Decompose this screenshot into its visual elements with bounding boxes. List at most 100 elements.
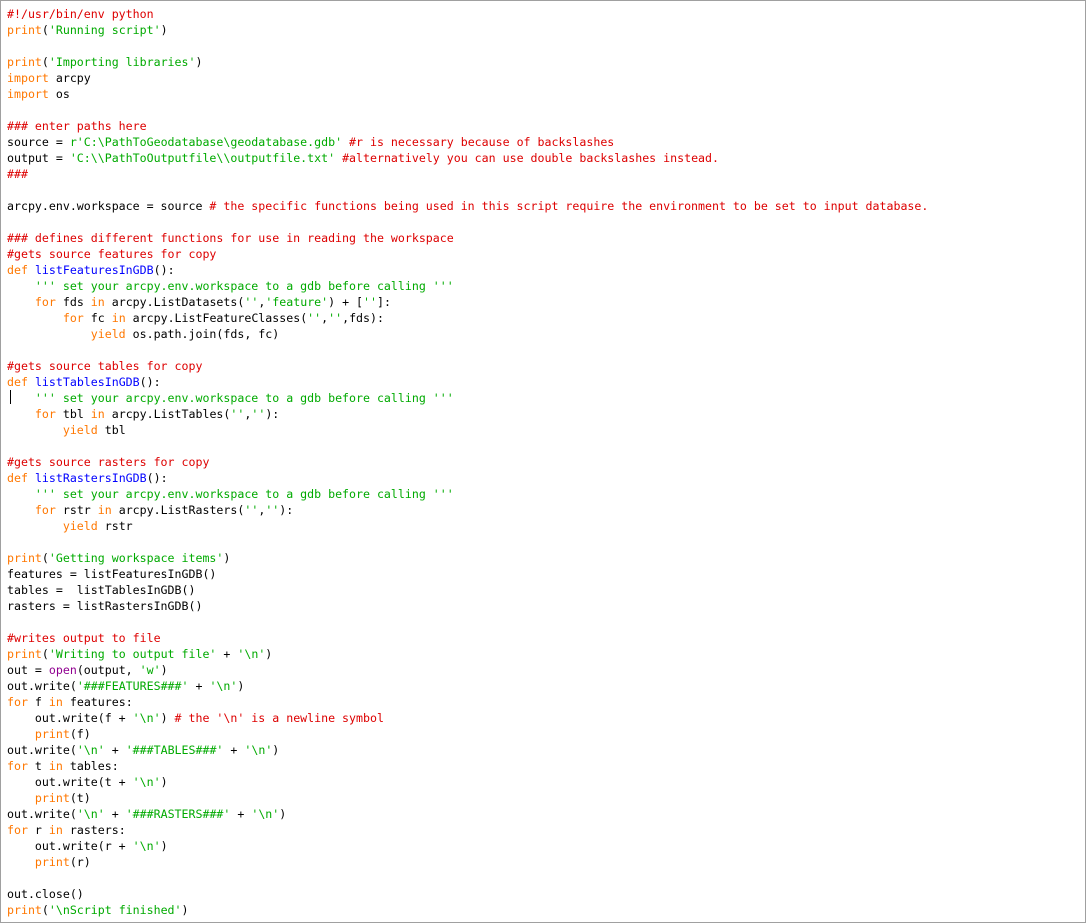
code-line: import os xyxy=(7,86,928,102)
code-token: '\nScript finished' xyxy=(48,903,182,917)
code-token: in xyxy=(48,695,63,709)
code-text-area[interactable]: #!/usr/bin/env python print('Running scri… xyxy=(7,6,928,918)
code-token: import xyxy=(7,87,49,101)
code-token: ) xyxy=(181,903,189,917)
code-token: t xyxy=(27,759,49,773)
code-line: print('Getting workspace items') xyxy=(7,550,928,566)
code-token: (output, xyxy=(76,663,140,677)
code-token: rstr xyxy=(97,519,133,533)
code-token: arcpy xyxy=(48,71,91,85)
code-line: for tbl in arcpy.ListTables('',''): xyxy=(7,406,928,422)
code-line: print(r) xyxy=(7,854,928,870)
code-token: print xyxy=(7,55,42,69)
code-line: tables = listTablesInGDB() xyxy=(7,582,928,598)
code-token: print xyxy=(7,903,42,917)
code-line: yield tbl xyxy=(7,422,928,438)
code-token: for xyxy=(34,503,56,517)
code-line: for r in rasters: xyxy=(7,822,928,838)
code-token: r xyxy=(27,823,49,837)
code-token: '###TABLES###' xyxy=(125,743,224,757)
code-token: 'Importing libraries' xyxy=(48,55,196,69)
code-editor[interactable]: #!/usr/bin/env python print('Running scri… xyxy=(0,0,1086,923)
code-token: '\n' xyxy=(209,679,238,693)
code-token: '' xyxy=(265,503,280,517)
code-token: yield xyxy=(90,327,126,341)
code-token: '\n' xyxy=(251,807,280,821)
code-token: '\n' xyxy=(237,647,266,661)
code-token: ) xyxy=(195,55,203,69)
code-token: '\n' xyxy=(76,807,105,821)
code-token: in xyxy=(111,311,126,325)
code-line: arcpy.env.workspace = source # the speci… xyxy=(7,198,928,214)
code-token: 'C:\\PathToOutputfile\\outputfile.txt' xyxy=(69,151,336,165)
code-token: print xyxy=(34,727,70,741)
code-token: tbl xyxy=(55,407,91,421)
code-token: ''' set your arcpy.env.workspace to a gd… xyxy=(34,391,454,405)
code-token: '' xyxy=(230,407,245,421)
code-token: ( xyxy=(41,55,49,69)
code-token: listTablesInGDB xyxy=(34,375,140,389)
code-line: out.write(f + '\n') # the '\n' is a newl… xyxy=(7,710,928,726)
code-line: out.write(t + '\n') xyxy=(7,774,928,790)
code-token: ### enter paths here xyxy=(7,119,147,133)
code-token: print xyxy=(7,647,42,661)
code-token: arcpy.ListTables( xyxy=(104,407,231,421)
code-token: #alternatively you can use double backsl… xyxy=(342,151,719,165)
code-token: 'feature' xyxy=(265,295,329,309)
code-token: + xyxy=(223,743,245,757)
code-token: def xyxy=(7,263,28,277)
code-token: f xyxy=(27,695,49,709)
code-token: print xyxy=(7,551,42,565)
code-line: print('\nScript finished') xyxy=(7,902,928,918)
code-line: yield rstr xyxy=(7,518,928,534)
code-token: # the '\n' is a newline symbol xyxy=(174,711,384,725)
code-token: '' xyxy=(328,311,343,325)
code-token: tables: xyxy=(62,759,119,773)
code-token: rstr xyxy=(55,503,98,517)
code-token: def xyxy=(7,471,28,485)
code-line: ### enter paths here xyxy=(7,118,928,134)
code-line: ### defines different functions for use … xyxy=(7,230,928,246)
code-token: for xyxy=(7,759,28,773)
code-line: for f in features: xyxy=(7,694,928,710)
code-token: ) xyxy=(160,775,168,789)
code-token: out.write(f + xyxy=(7,711,133,725)
code-line: out.write('\n' + '###TABLES###' + '\n') xyxy=(7,742,928,758)
code-token: features: xyxy=(62,695,133,709)
code-token: r'C:\PathToGeodatabase\geodatabase.gdb' xyxy=(69,135,343,149)
code-line: rasters = listRastersInGDB() xyxy=(7,598,928,614)
code-token: '\n' xyxy=(76,743,105,757)
code-line: #gets source features for copy xyxy=(7,246,928,262)
code-token: ) xyxy=(272,743,280,757)
code-token: ''' set your arcpy.env.workspace to a gd… xyxy=(34,487,454,501)
code-token: (): xyxy=(146,471,168,485)
code-line: ''' set your arcpy.env.workspace to a gd… xyxy=(7,390,928,406)
code-line: ''' set your arcpy.env.workspace to a gd… xyxy=(7,278,928,294)
code-token: '\n' xyxy=(132,839,161,853)
code-token: import xyxy=(7,71,49,85)
code-token: ) xyxy=(279,807,287,821)
code-token: ) xyxy=(265,647,273,661)
code-line: #!/usr/bin/env python xyxy=(7,6,928,22)
code-token: '\n' xyxy=(244,743,273,757)
code-token: ,fds): xyxy=(342,311,384,325)
code-token: for xyxy=(7,695,28,709)
code-token: print xyxy=(34,855,70,869)
code-token: ) xyxy=(160,23,168,37)
code-token: for xyxy=(34,407,56,421)
code-token: output = xyxy=(7,151,70,165)
code-token: #gets source features for copy xyxy=(7,247,217,261)
